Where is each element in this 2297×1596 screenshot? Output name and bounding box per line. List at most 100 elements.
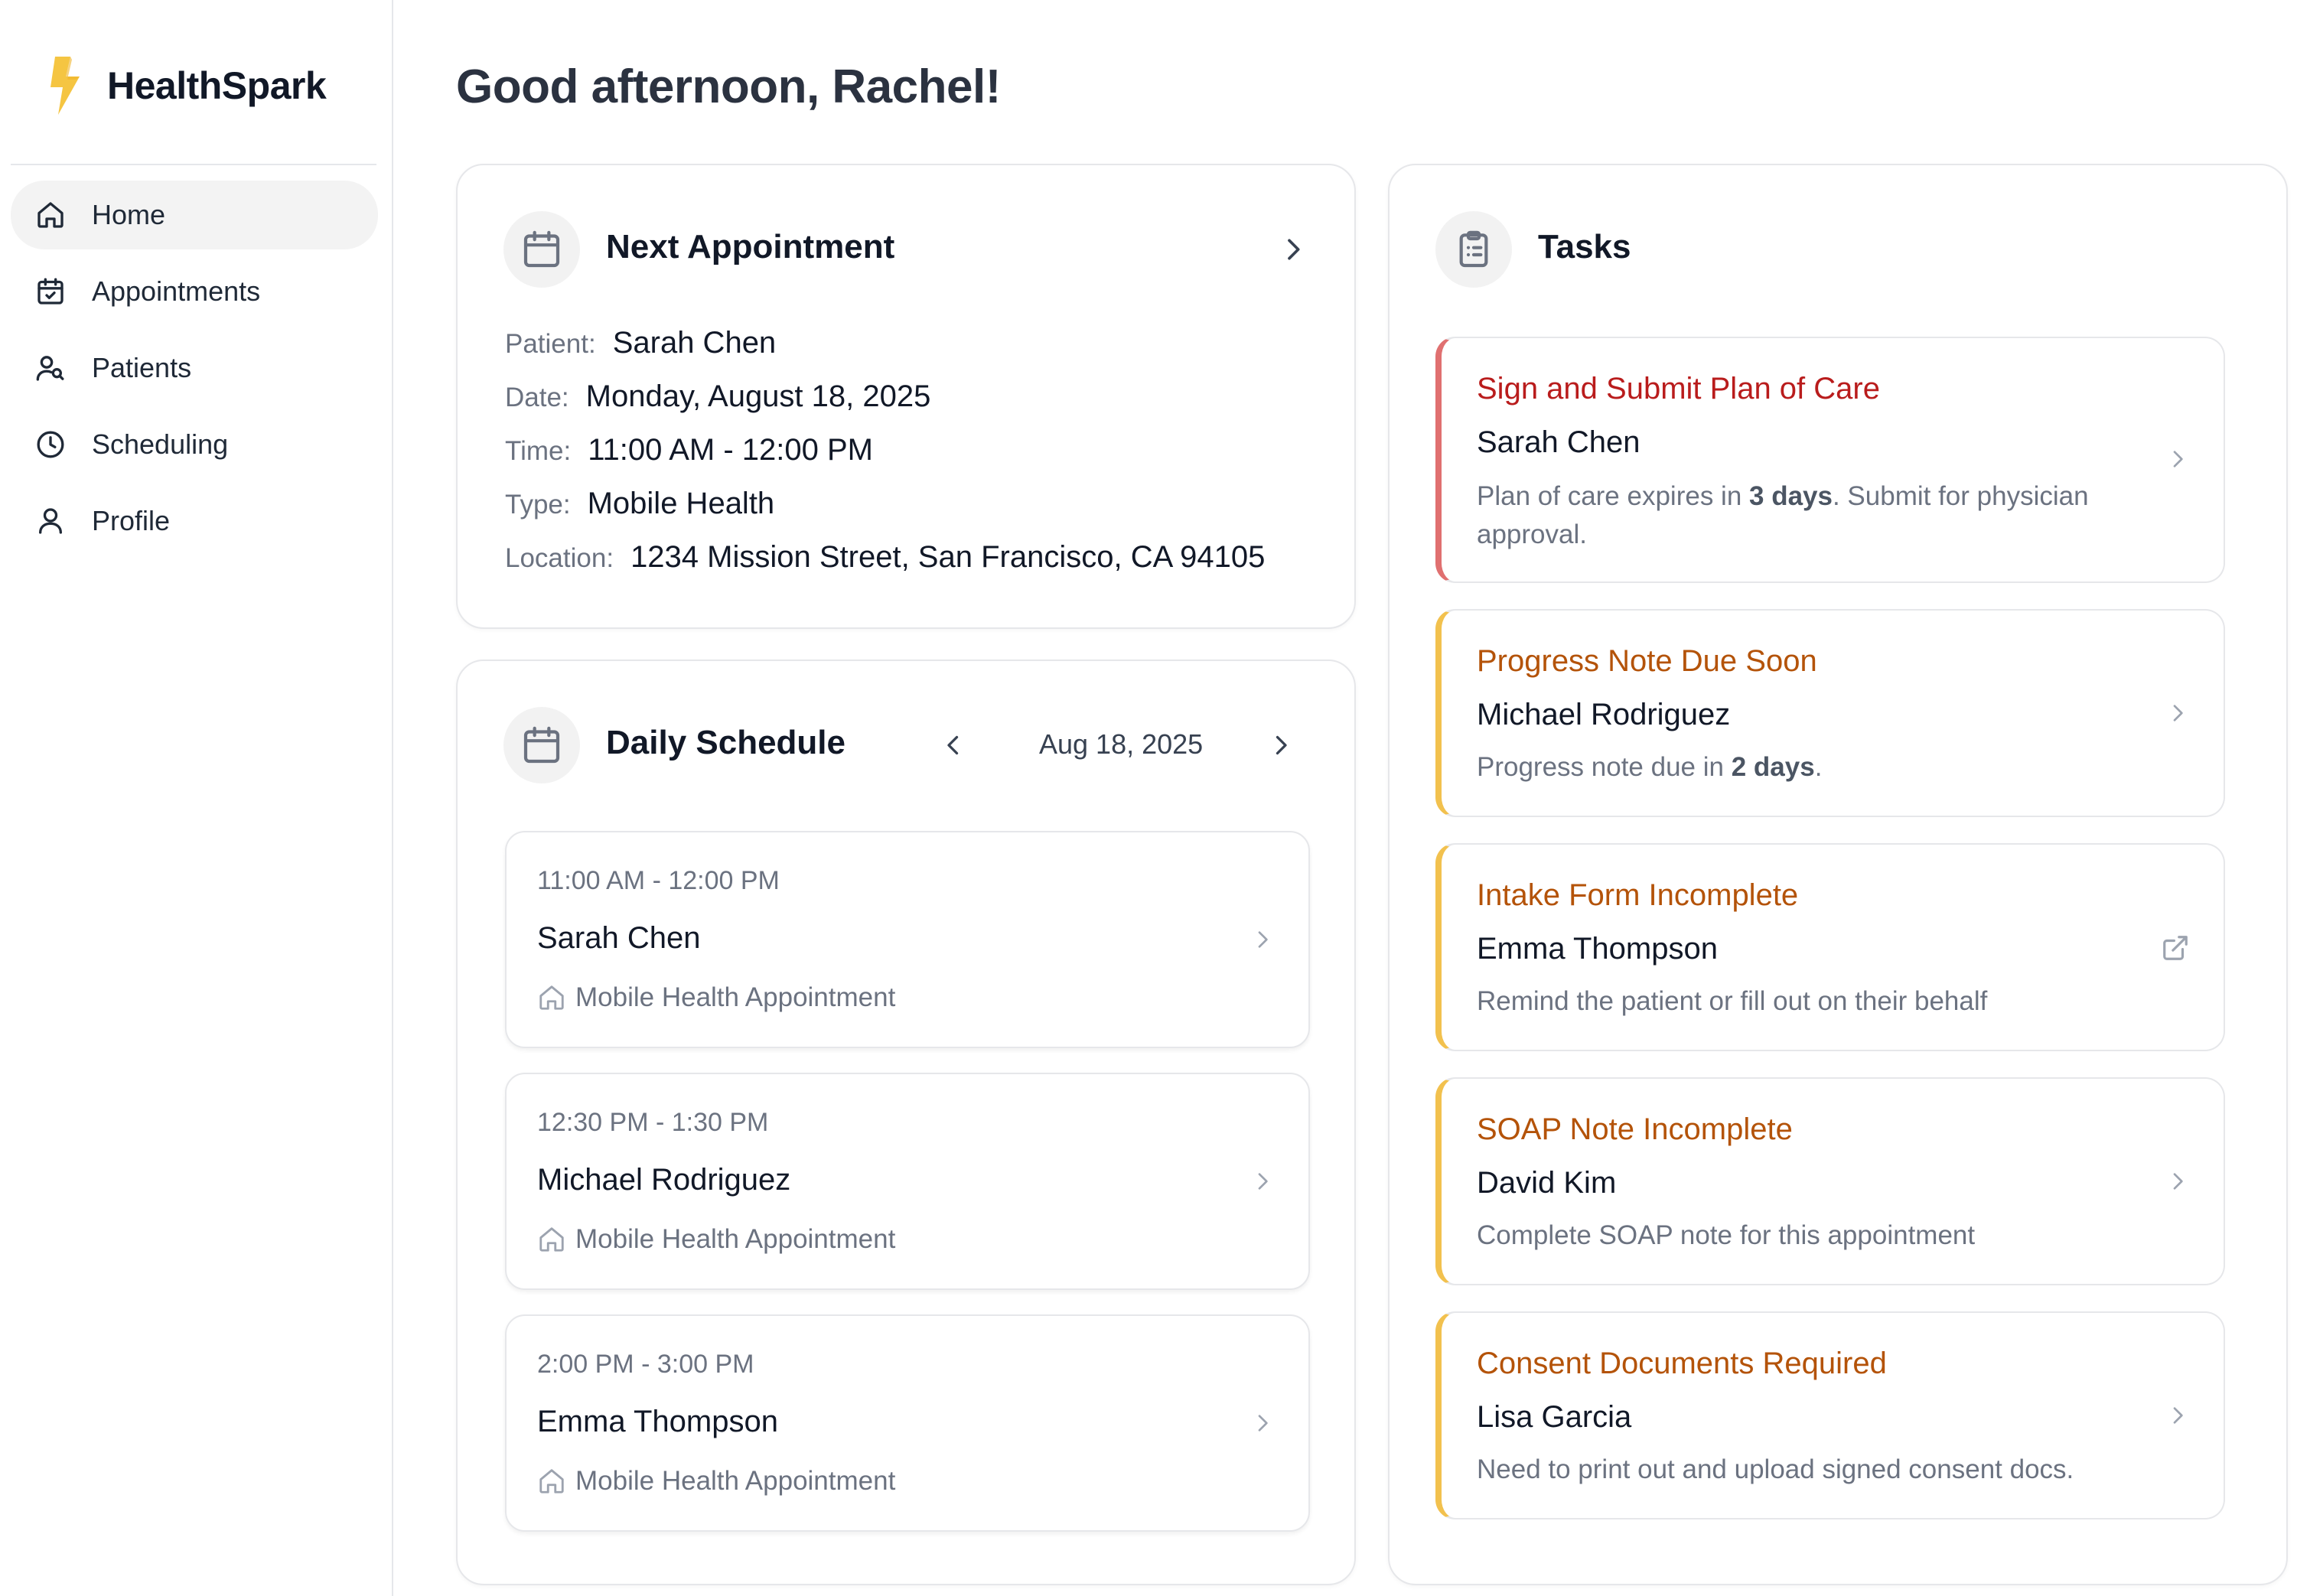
task-item[interactable]: Consent Documents Required Lisa Garcia N…: [1435, 1311, 2225, 1519]
slot-type-label: Mobile Health Appointment: [575, 1224, 896, 1254]
slot-time: 11:00 AM - 12:00 PM: [537, 866, 780, 895]
appointment-time-row: Time: 11:00 AM - 12:00 PM: [505, 433, 873, 467]
slot-patient-name: Michael Rodriguez: [537, 1163, 791, 1197]
external-link-icon[interactable]: [2161, 933, 2190, 962]
sidebar-item-patients[interactable]: Patients: [11, 334, 378, 402]
calendar-check-icon: [37, 278, 64, 305]
sidebar-divider: [11, 164, 376, 165]
task-title: SOAP Note Incomplete: [1477, 1112, 1793, 1146]
type-value: Mobile Health: [587, 487, 775, 520]
chevron-right-icon: [1258, 1173, 1268, 1190]
chevron-right-icon: [1258, 931, 1268, 948]
task-due-emphasis: 3 days: [1749, 481, 1833, 511]
date-label: Date:: [505, 383, 569, 412]
daily-schedule-card: Daily Schedule Aug 18, 2025 11:00 AM - 1…: [456, 660, 1356, 1585]
app-name: HealthSpark: [107, 64, 327, 107]
task-description: Complete SOAP note for this appointment: [1477, 1220, 1976, 1250]
schedule-date: Aug 18, 2025: [1039, 728, 1204, 760]
task-patient-name: Emma Thompson: [1477, 932, 1718, 966]
daily-schedule-title: Daily Schedule: [606, 724, 846, 761]
type-label: Type:: [505, 490, 571, 520]
sidebar-item-appointments[interactable]: Appointments: [11, 257, 378, 326]
slot-time: 12:30 PM - 1:30 PM: [537, 1108, 769, 1137]
calendar-icon: [523, 726, 560, 764]
slot-time: 2:00 PM - 3:00 PM: [537, 1350, 754, 1379]
sidebar-item-label: Home: [92, 199, 166, 230]
task-item[interactable]: Intake Form Incomplete Emma Thompson Rem…: [1435, 843, 2225, 1051]
task-description: Need to print out and upload signed cons…: [1477, 1454, 2074, 1484]
slot-type-label: Mobile Health Appointment: [575, 1466, 896, 1496]
appointment-location-row: Location: 1234 Mission Street, San Franc…: [505, 540, 1265, 575]
sidebar-item-scheduling[interactable]: Scheduling: [11, 410, 378, 479]
chevron-right-icon: [2173, 705, 2183, 721]
chevron-right-icon: [2173, 1173, 2183, 1190]
sidebar-item-label: Appointments: [92, 275, 261, 307]
clock-icon: [37, 431, 64, 458]
sidebar-item-profile[interactable]: Profile: [11, 487, 378, 555]
home-icon: [37, 202, 64, 228]
sidebar-item-home[interactable]: Home: [11, 181, 378, 249]
slot-type: Mobile Health Appointment: [537, 1224, 895, 1255]
patient-value: Sarah Chen: [612, 326, 777, 360]
tasks-card: Tasks Sign and Submit Plan of Care Sarah…: [1388, 164, 2288, 1585]
chevron-right-icon: [2173, 1407, 2183, 1424]
home-icon: [539, 1227, 564, 1252]
calendar-icon: [523, 230, 560, 268]
appointment-date-row: Date: Monday, August 18, 2025: [505, 379, 930, 414]
task-patient-name: Lisa Garcia: [1477, 1400, 1632, 1434]
task-title: Progress Note Due Soon: [1477, 644, 1817, 678]
location-value: 1234 Mission Street, San Francisco, CA 9…: [630, 540, 1266, 574]
logo[interactable]: HealthSpark: [47, 57, 327, 115]
task-title: Consent Documents Required: [1477, 1347, 1887, 1380]
date-value: Monday, August 18, 2025: [585, 379, 931, 413]
chevron-right-icon[interactable]: [1267, 731, 1295, 759]
calendar-badge: [503, 211, 580, 288]
next-appointment-card[interactable]: Next Appointment Patient: Sarah Chen Dat…: [456, 164, 1356, 629]
sidebar-item-label: Scheduling: [92, 428, 229, 460]
clipboard-badge: [1435, 211, 1512, 288]
location-label: Location:: [505, 543, 614, 573]
task-description: Progress note due in 2 days.: [1477, 752, 1823, 782]
page-title: Good afternoon, Rachel!: [456, 60, 1001, 113]
schedule-slot[interactable]: 2:00 PM - 3:00 PM Emma Thompson Mobile H…: [505, 1314, 1310, 1532]
task-due-emphasis: 2 days: [1731, 752, 1815, 782]
home-icon: [539, 985, 564, 1010]
time-label: Time:: [505, 436, 572, 466]
appointment-type-row: Type: Mobile Health: [505, 487, 774, 521]
appointment-patient-row: Patient: Sarah Chen: [505, 326, 776, 360]
chevron-right-icon[interactable]: [1278, 234, 1308, 265]
sidebar-item-label: Patients: [92, 352, 192, 383]
slot-type: Mobile Health Appointment: [537, 982, 895, 1013]
chevron-right-icon: [1258, 1415, 1268, 1432]
task-patient-name: Michael Rodriguez: [1477, 698, 1731, 731]
task-item[interactable]: Sign and Submit Plan of Care Sarah Chen …: [1435, 337, 2225, 583]
slot-patient-name: Emma Thompson: [537, 1405, 778, 1438]
clipboard-list-icon: [1459, 230, 1488, 268]
calendar-badge: [503, 707, 580, 783]
sidebar-item-label: Profile: [92, 505, 171, 536]
schedule-slot[interactable]: 11:00 AM - 12:00 PM Sarah Chen Mobile He…: [505, 831, 1310, 1048]
home-icon: [539, 1469, 564, 1493]
slot-patient-name: Sarah Chen: [537, 921, 701, 955]
task-title: Sign and Submit Plan of Care: [1477, 372, 1880, 406]
user-icon: [39, 508, 63, 534]
task-patient-name: David Kim: [1477, 1166, 1617, 1200]
schedule-slot[interactable]: 12:30 PM - 1:30 PM Michael Rodriguez Mob…: [505, 1073, 1310, 1290]
time-value: 11:00 AM - 12:00 PM: [588, 433, 873, 467]
lightning-bolt-icon: [51, 57, 80, 115]
task-title: Intake Form Incomplete: [1477, 878, 1799, 912]
slot-type: Mobile Health Appointment: [537, 1466, 895, 1497]
task-item[interactable]: SOAP Note Incomplete David Kim Complete …: [1435, 1077, 2225, 1285]
sidebar-nav: Home Appointments Patients Scheduling Pr…: [11, 181, 378, 563]
task-description: Remind the patient or fill out on their …: [1477, 986, 1988, 1016]
next-appointment-title: Next Appointment: [606, 228, 895, 265]
task-description: Plan of care expires in 3 days. Submit f…: [1477, 481, 2089, 549]
chevron-left-icon[interactable]: [940, 731, 967, 759]
task-item[interactable]: Progress Note Due Soon Michael Rodriguez…: [1435, 609, 2225, 817]
patient-label: Patient:: [505, 329, 596, 359]
tasks-title: Tasks: [1538, 228, 1631, 265]
patients-icon: [36, 356, 64, 381]
chevron-right-icon: [2173, 451, 2183, 467]
sidebar: HealthSpark Home Appointments Patients S: [0, 0, 393, 1596]
task-patient-name: Sarah Chen: [1477, 425, 1640, 459]
